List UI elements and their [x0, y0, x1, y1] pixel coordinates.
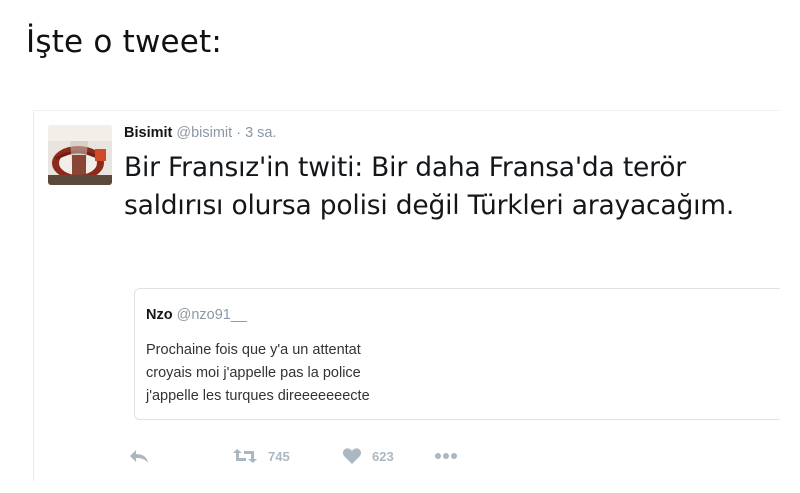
more-button[interactable] [434, 441, 458, 471]
meta-separator: · [236, 125, 242, 141]
retweet-button[interactable]: 745 [232, 441, 290, 471]
retweet-count: 745 [268, 448, 290, 464]
quoted-tweet[interactable]: Nzo @nzo91__ Prochaine fois que y'a un a… [134, 288, 780, 420]
author-handle[interactable]: @bisimit [176, 125, 232, 141]
retweet-icon [232, 447, 258, 465]
tweet-card: Bisimit @bisimit · 3 sa. Bir Fransız'in … [33, 110, 780, 481]
quote-header: Nzo @nzo91__ [146, 307, 247, 323]
tweet-timestamp[interactable]: 3 sa. [245, 125, 276, 141]
quote-text: Prochaine fois que y'a un attentat croya… [146, 339, 646, 408]
tweet-body: Bisimit @bisimit · 3 sa. Bir Fransız'in … [124, 123, 764, 225]
more-dots-icon [434, 452, 458, 460]
heart-icon [342, 447, 362, 465]
tea-glass-icon [48, 125, 112, 185]
quote-line: j'appelle les turques direeeeeeecte [146, 388, 370, 404]
quote-line: croyais moi j'appelle pas la police [146, 365, 361, 381]
quote-line: Prochaine fois que y'a un attentat [146, 342, 361, 358]
quote-author-name[interactable]: Nzo [146, 307, 173, 323]
page-headline: İşte o tweet: [26, 24, 223, 60]
quote-author-handle[interactable]: @nzo91__ [177, 307, 247, 323]
tweet-text: Bir Fransız'in twiti: Bir daha Fransa'da… [124, 152, 735, 221]
reply-icon [128, 448, 150, 464]
author-name[interactable]: Bisimit [124, 125, 172, 141]
tweet-header: Bisimit @bisimit · 3 sa. [124, 123, 764, 143]
reply-button[interactable] [128, 441, 150, 471]
avatar[interactable] [48, 125, 112, 185]
like-button[interactable]: 623 [342, 441, 394, 471]
like-count: 623 [372, 448, 394, 464]
